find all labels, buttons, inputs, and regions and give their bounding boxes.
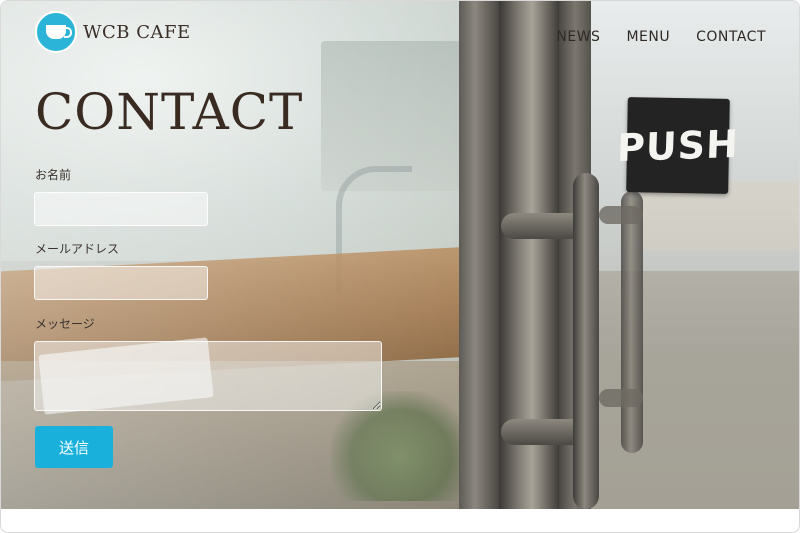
door-handle-back-bottom (599, 389, 643, 407)
message-field[interactable] (34, 341, 382, 411)
site-logo[interactable]: WCB CAFE (35, 11, 191, 53)
nav-item-contact[interactable]: CONTACT (696, 29, 766, 45)
name-field[interactable] (34, 192, 208, 226)
coffee-cup-icon (35, 11, 77, 53)
push-sign: PUSH (616, 97, 740, 194)
nav-item-menu[interactable]: MENU (626, 29, 670, 45)
nav-item-news[interactable]: NEWS (556, 29, 600, 45)
email-label: メールアドレス (35, 242, 120, 256)
logo-text: WCB CAFE (83, 21, 191, 43)
hero-background: PUSH (1, 1, 799, 509)
push-sign-text: PUSH (616, 121, 740, 170)
page-title: CONTACT (35, 83, 304, 141)
main-nav: NEWS MENU CONTACT (556, 29, 766, 45)
submit-button[interactable]: 送信 (35, 426, 113, 468)
door-handle (573, 173, 599, 509)
browser-frame: PUSH WCB CAFE NEWS MENU CONTACT CONTACT … (0, 0, 800, 533)
door-handle-back-top (599, 206, 643, 224)
message-label: メッセージ (35, 317, 95, 331)
email-field[interactable] (34, 266, 208, 300)
door-handle-back (621, 191, 643, 453)
name-label: お名前 (35, 168, 72, 182)
